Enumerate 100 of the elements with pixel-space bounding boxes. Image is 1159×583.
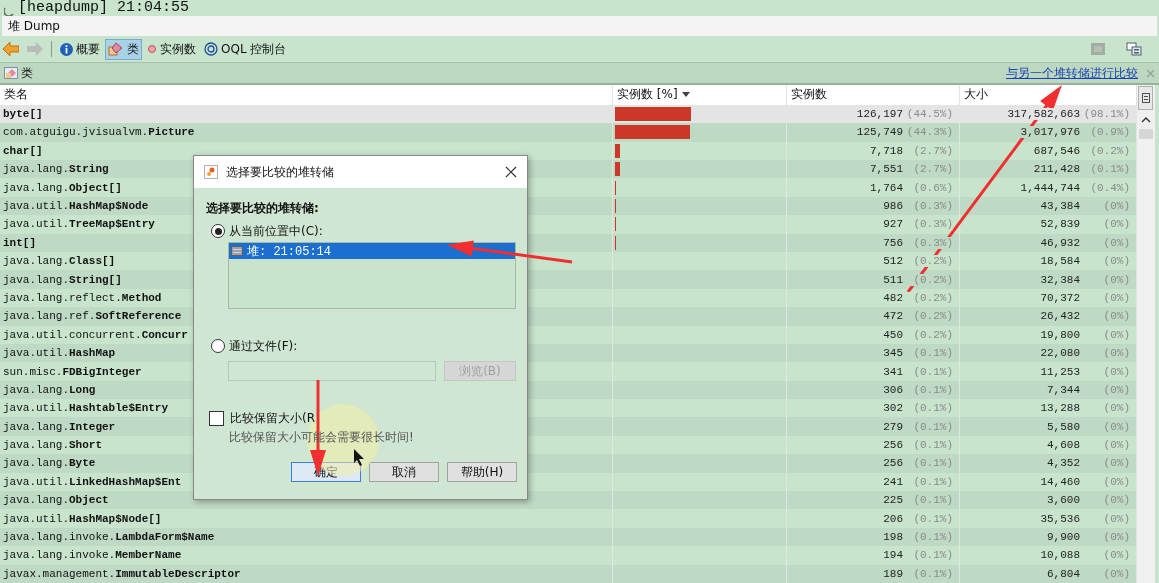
column-header[interactable]: 类名 [0,85,613,105]
scroll-up-icon [1141,117,1151,123]
info-icon [60,42,73,56]
size-value: 32,384 [1040,273,1080,286]
class-name: java.util.HashMap [3,347,116,360]
class-name: javax.management.ImmutableDescriptor [3,567,241,580]
instance-count: 7,718 [870,144,903,157]
class-name: int[] [3,236,36,249]
size-value: 4,608 [1047,439,1080,452]
class-name: byte[] [3,108,43,121]
back-arrow-icon [3,42,19,56]
class-name: com.atguigu.jvisualvm.Picture [3,126,195,139]
size-value: 35,536 [1040,512,1080,525]
radio-button[interactable] [211,224,225,238]
dialog-heading: 选择要比较的堆转储: [206,200,320,217]
class-name: java.util.HashMap$Node[] [3,512,162,525]
mouse-pointer-icon [354,449,364,466]
close-icon [505,166,517,178]
forward-arrow-icon [27,42,43,56]
instance-count: 125,749 [856,126,903,139]
size-value: 18,584 [1040,255,1080,268]
size-value: 3,600 [1047,494,1080,507]
class-name: java.util.concurrent.Concurr [3,328,188,341]
table-row[interactable]: com.atguigu.jvisualvm.Picture 125,749 (44.3%) 3,017,976 (0.9%) [0,123,1137,142]
size-value: 687,546 [1033,144,1080,157]
instance-count: 511 [883,273,903,286]
class-name: java.lang.invoke.MemberName [3,549,182,562]
size-value: 19,800 [1040,328,1080,341]
classes-icon [4,67,18,79]
size-value: 317,582,663 [1007,108,1080,121]
app-icon [204,165,218,179]
instance-count: 126,197 [856,108,903,121]
radio-button[interactable] [211,339,225,353]
shapes-icon [108,42,124,56]
compare-link[interactable]: 与另一个堆转储进行比较 [1006,64,1138,82]
class-name: char[] [3,144,43,157]
tab[interactable]: 堆 Dump [2,16,1157,36]
class-name: java.lang.Object [3,494,109,507]
size-value: 211,428 [1033,163,1080,176]
class-name: java.lang.Short [3,439,103,452]
dot-icon [147,44,157,54]
instance-count: 189 [883,567,903,580]
target-icon [204,42,218,56]
instance-count: 1,764 [870,181,903,194]
size-value: 1,444,744 [1020,181,1080,194]
instance-count: 206 [883,512,903,525]
export-button[interactable] [1123,39,1145,59]
close-icon [1146,68,1155,78]
file-path-field[interactable] [228,361,436,381]
panel-title: 类 [21,64,33,82]
class-name: java.lang.Long [3,383,96,396]
class-name: java.lang.ref.SoftReference [3,310,182,323]
column-header[interactable]: 实例数 [%] [613,85,787,105]
class-name: java.lang.reflect.Method [3,291,162,304]
dialog-button[interactable]: 取消 [369,462,439,482]
size-value: 52,839 [1040,218,1080,231]
column-header[interactable]: 实例数 [787,85,960,105]
size-value: 6,804 [1047,567,1080,580]
checkbox[interactable] [209,411,224,426]
instance-count: 7,551 [870,163,903,176]
size-value: 11,253 [1040,365,1080,378]
class-name: java.lang.Object[] [3,181,122,194]
size-value: 7,344 [1047,383,1080,396]
size-value: 70,372 [1040,291,1080,304]
dialog-button[interactable]: 帮助(H) [447,462,517,482]
back-button[interactable] [0,40,22,58]
class-name: java.util.HashMap$Node [3,200,149,212]
class-name: java.util.LinkedHashMap$Ent [3,475,182,488]
size-value: 10,088 [1040,549,1080,562]
size-value: 46,932 [1040,236,1080,249]
instance-count: 306 [883,383,903,396]
view-button[interactable]: 概要 [57,38,103,60]
class-name: java.util.Hashtable$Entry [3,402,169,415]
instance-count: 341 [883,365,903,378]
dump-list[interactable]: 堆: 21:05:14 [228,242,516,309]
size-value: 26,432 [1040,310,1080,323]
class-name: java.lang.String[] [3,273,122,286]
view-button[interactable]: OQL 控制台 [201,38,290,60]
size-value: 14,460 [1040,475,1080,488]
instance-count: 241 [883,475,903,488]
class-name: java.lang.String [3,163,109,176]
class-name: java.lang.Integer [3,420,116,433]
columns-icon [1141,93,1150,103]
size-value: 5,580 [1047,420,1080,433]
size-value: 3,017,976 [1020,126,1080,139]
size-value: 43,384 [1040,200,1080,212]
view-button[interactable]: 类 [105,38,142,60]
table-row[interactable]: java.lang.invoke.MemberName 194 (0.1%) 10,088 (0%) [0,546,1137,565]
column-selector-button[interactable] [1138,86,1153,110]
view-button[interactable]: 实例数 [144,38,199,60]
windows-icon [1126,41,1142,57]
table-row[interactable]: java.util.HashMap$Node[] 206 (0.1%) 35,536 (0%) [0,509,1137,528]
class-name: java.lang.Class[] [3,255,116,268]
class-name: sun.misc.FDBigInteger [3,365,142,378]
scrollbar-thumb[interactable] [1139,129,1153,139]
list-item[interactable]: 堆: 21:05:14 [229,243,515,259]
instance-count: 198 [883,531,903,543]
instance-count: 279 [883,420,903,433]
class-name: java.lang.Byte [3,457,96,470]
size-value: 13,288 [1040,402,1080,415]
